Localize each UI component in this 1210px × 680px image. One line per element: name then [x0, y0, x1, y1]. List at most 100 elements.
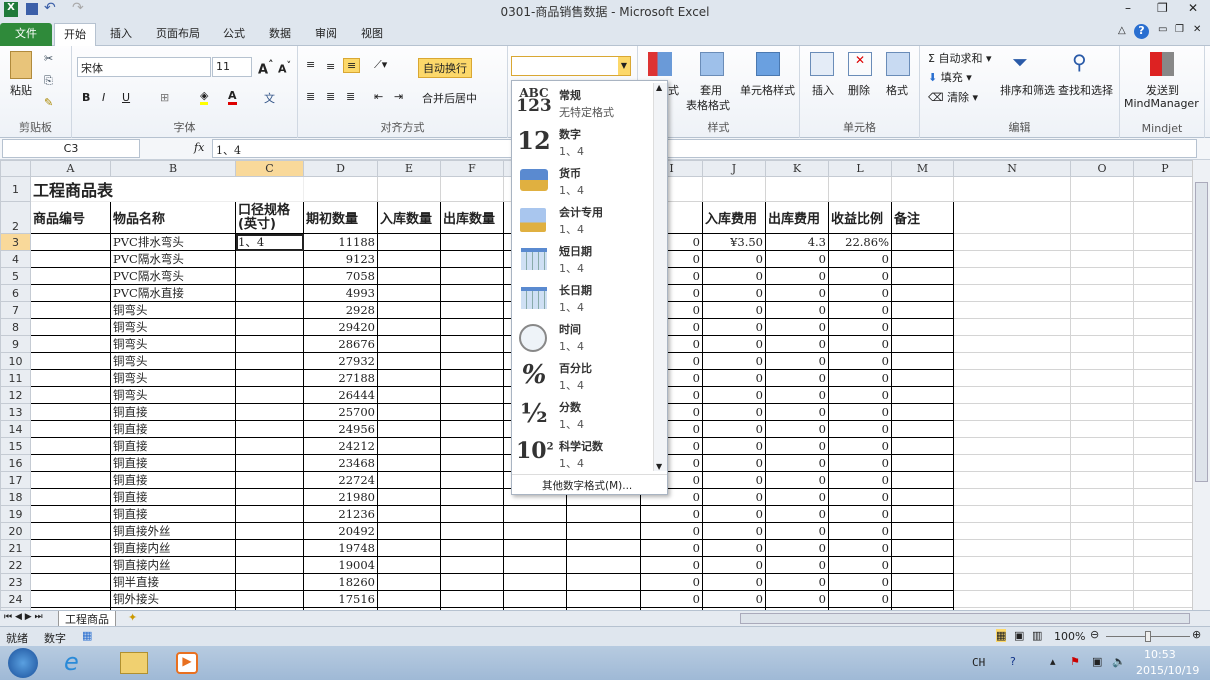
- cell-F7[interactable]: [440, 301, 504, 319]
- cell-N8[interactable]: [953, 318, 1071, 336]
- cell-D3[interactable]: 11188: [303, 233, 378, 251]
- cell-A8[interactable]: [30, 318, 111, 336]
- cell-B10[interactable]: 铜弯头: [110, 352, 236, 370]
- column-title-D[interactable]: 期初数量: [303, 201, 378, 234]
- cell-J17[interactable]: 0: [702, 471, 766, 489]
- cell-F19[interactable]: [440, 505, 504, 523]
- zoom-level[interactable]: 100%: [1054, 630, 1085, 643]
- function-icon[interactable]: fx: [194, 141, 204, 154]
- volume-icon[interactable]: 🔈: [1112, 655, 1126, 668]
- cell-E18[interactable]: [377, 488, 441, 506]
- cell-B4[interactable]: PVC隔水弯头: [110, 250, 236, 268]
- cell-F15[interactable]: [440, 437, 504, 455]
- cell-F23[interactable]: [440, 573, 504, 591]
- cell-O20[interactable]: [1070, 522, 1134, 540]
- cell-J9[interactable]: 0: [702, 335, 766, 353]
- cell-K21[interactable]: 0: [765, 539, 829, 557]
- cell[interactable]: [440, 176, 504, 202]
- cell-L7[interactable]: 0: [828, 301, 892, 319]
- cell-K12[interactable]: 0: [765, 386, 829, 404]
- cell-A10[interactable]: [30, 352, 111, 370]
- start-button-icon[interactable]: [8, 648, 38, 678]
- cell-L23[interactable]: 0: [828, 573, 892, 591]
- cell-P10[interactable]: [1133, 352, 1192, 370]
- cell-P9[interactable]: [1133, 335, 1192, 353]
- column-title-B[interactable]: 物品名称: [110, 201, 236, 234]
- cell-J5[interactable]: 0: [702, 267, 766, 285]
- cell-J13[interactable]: 0: [702, 403, 766, 421]
- cell-C10[interactable]: [235, 352, 304, 370]
- zoom-in-icon[interactable]: ⊕: [1192, 628, 1201, 641]
- row-header[interactable]: 6: [0, 284, 31, 302]
- number-format-option[interactable]: 会计专用 1、4: [512, 201, 652, 240]
- cell-L19[interactable]: 0: [828, 505, 892, 523]
- tray-help-icon[interactable]: ?: [1010, 655, 1016, 668]
- cell-N20[interactable]: [953, 522, 1071, 540]
- cell-O8[interactable]: [1070, 318, 1134, 336]
- cell-J12[interactable]: 0: [702, 386, 766, 404]
- cell-M14[interactable]: [891, 420, 954, 438]
- cell-P11[interactable]: [1133, 369, 1192, 387]
- cell-L17[interactable]: 0: [828, 471, 892, 489]
- cell-J10[interactable]: 0: [702, 352, 766, 370]
- cell-E22[interactable]: [377, 556, 441, 574]
- collapse-ribbon-icon[interactable]: △: [1118, 25, 1126, 36]
- cell-B11[interactable]: 铜弯头: [110, 369, 236, 387]
- cell-N15[interactable]: [953, 437, 1071, 455]
- cell-styles-icon[interactable]: [756, 52, 780, 76]
- row-header[interactable]: 17: [0, 471, 31, 489]
- cell-C15[interactable]: [235, 437, 304, 455]
- formula-input[interactable]: 1、4: [212, 139, 1197, 158]
- cell-F9[interactable]: [440, 335, 504, 353]
- cell-A3[interactable]: [30, 233, 111, 251]
- mindmanager-icon[interactable]: [1150, 52, 1174, 76]
- column-header-F[interactable]: F: [440, 160, 504, 177]
- cell-I22[interactable]: 0: [640, 556, 703, 574]
- cell[interactable]: [377, 176, 441, 202]
- cell-B5[interactable]: PVC隔水弯头: [110, 267, 236, 285]
- row-header[interactable]: 19: [0, 505, 31, 523]
- cell-G20[interactable]: [503, 522, 567, 540]
- cell-P16[interactable]: [1133, 454, 1192, 472]
- column-header-B[interactable]: B: [110, 160, 236, 177]
- cell-O13[interactable]: [1070, 403, 1134, 421]
- close-icon[interactable]: ✕: [1188, 1, 1198, 15]
- column-header-A[interactable]: A: [30, 160, 111, 177]
- cell-A6[interactable]: [30, 284, 111, 302]
- cell-N24[interactable]: [953, 590, 1071, 608]
- column-title-L[interactable]: 收益比例: [828, 201, 892, 234]
- cell-L13[interactable]: 0: [828, 403, 892, 421]
- cell-E15[interactable]: [377, 437, 441, 455]
- cell-C12[interactable]: [235, 386, 304, 404]
- cell-D23[interactable]: 18260: [303, 573, 378, 591]
- clock-time[interactable]: 10:53: [1144, 648, 1176, 661]
- cell-D15[interactable]: 24212: [303, 437, 378, 455]
- cell-M15[interactable]: [891, 437, 954, 455]
- cell-J15[interactable]: 0: [702, 437, 766, 455]
- column-header-P[interactable]: P: [1133, 160, 1192, 177]
- delete-button[interactable]: 删除: [848, 82, 870, 98]
- cell-F14[interactable]: [440, 420, 504, 438]
- cell-N22[interactable]: [953, 556, 1071, 574]
- row-header[interactable]: 14: [0, 420, 31, 438]
- cell-F4[interactable]: [440, 250, 504, 268]
- wrap-text-button[interactable]: 自动换行: [418, 58, 472, 78]
- cell-M11[interactable]: [891, 369, 954, 387]
- cell-A5[interactable]: [30, 267, 111, 285]
- row-header[interactable]: 5: [0, 267, 31, 285]
- cell[interactable]: [1133, 201, 1192, 234]
- autosum-button[interactable]: Σ 自动求和 ▾: [928, 50, 991, 66]
- cell-J21[interactable]: 0: [702, 539, 766, 557]
- cell-K17[interactable]: 0: [765, 471, 829, 489]
- cell-K22[interactable]: 0: [765, 556, 829, 574]
- cell[interactable]: [953, 176, 1071, 202]
- cell-F8[interactable]: [440, 318, 504, 336]
- cell-C22[interactable]: [235, 556, 304, 574]
- format-as-table-icon[interactable]: [700, 52, 724, 76]
- cell-L24[interactable]: 0: [828, 590, 892, 608]
- cell-M10[interactable]: [891, 352, 954, 370]
- cell-L5[interactable]: 0: [828, 267, 892, 285]
- cell-N6[interactable]: [953, 284, 1071, 302]
- cell-C7[interactable]: [235, 301, 304, 319]
- cell-O6[interactable]: [1070, 284, 1134, 302]
